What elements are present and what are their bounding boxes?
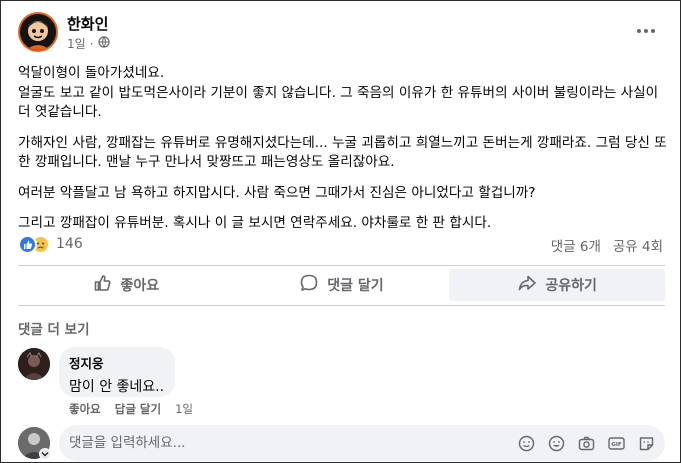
author-name[interactable]: 한화인 bbox=[67, 13, 108, 34]
thumbs-up-icon bbox=[93, 273, 113, 297]
sticker-icon[interactable] bbox=[517, 434, 535, 452]
comment-actions: 좋아요 답글 달기 1일 bbox=[69, 401, 193, 417]
like-reaction-icon bbox=[18, 234, 37, 254]
comment-time[interactable]: 1일 bbox=[175, 401, 193, 417]
commenter-avatar[interactable] bbox=[18, 348, 50, 380]
divider bbox=[18, 265, 665, 266]
reaction-count: 146 bbox=[56, 236, 83, 252]
post-paragraph: 여러분 악플달고 남 욕하고 하지맙시다. 사람 죽으면 그때가서 진심은 아니… bbox=[18, 184, 536, 201]
author-avatar[interactable] bbox=[18, 12, 58, 52]
dot-separator: · bbox=[89, 36, 94, 51]
comment-composer: GIF bbox=[59, 425, 665, 461]
share-count[interactable]: 공유 4회 bbox=[613, 235, 663, 255]
share-label: 공유하기 bbox=[545, 278, 597, 294]
post-line: 억달이형이 돌아가셨네요. bbox=[18, 65, 165, 81]
post-card: 한화인 1일 · 억달이형이 돌아가셨네요. 얼굴도 보고 같이 밥도먹은사이라… bbox=[0, 0, 681, 463]
share-button[interactable]: 공유하기 bbox=[449, 269, 666, 301]
globe-icon[interactable] bbox=[97, 36, 110, 51]
post-meta: 1일 · bbox=[67, 35, 110, 52]
chevron-down-icon[interactable] bbox=[39, 448, 51, 460]
like-button[interactable]: 좋아요 bbox=[18, 269, 234, 301]
comment-count[interactable]: 댓글 6개 bbox=[551, 235, 601, 255]
comment-reply-link[interactable]: 답글 달기 bbox=[115, 401, 161, 417]
comment-text: 맘이 안 좋네요.. bbox=[69, 379, 165, 395]
post-paragraph: 그리고 깡패잡이 유튜버분. 혹시나 이 글 보시면 연락주세요. 야차룰로 한… bbox=[18, 215, 492, 231]
avatar-sticker-icon[interactable] bbox=[637, 434, 655, 452]
comment-bubble: 정지웅 맘이 안 좋네요.. bbox=[59, 347, 175, 397]
post-paragraph: 억달이형이 돌아가셨네요. 얼굴도 보고 같이 밥도먹은사이라 기분이 좋지 않… bbox=[18, 64, 668, 123]
emoji-icon[interactable] bbox=[547, 434, 565, 452]
divider bbox=[18, 305, 665, 306]
post-paragraph: 가해자인 사람, 깡패잡는 유튜버로 유명해지셨다는데... 누굴 괴롭히고 희… bbox=[18, 134, 667, 171]
comment-label: 댓글 달기 bbox=[327, 278, 384, 294]
action-bar: 좋아요 댓글 달기 공유하기 bbox=[18, 269, 666, 301]
comment-bubble-icon bbox=[299, 273, 319, 297]
svg-text:GIF: GIF bbox=[611, 442, 622, 448]
post-line: 얼굴도 보고 같이 밥도먹은사이라 기분이 좋지 않습니다. 그 죽음의 이유가… bbox=[18, 84, 659, 121]
gif-icon[interactable]: GIF bbox=[607, 434, 625, 452]
commenter-name[interactable]: 정지웅 bbox=[69, 353, 165, 372]
camera-icon[interactable] bbox=[577, 434, 595, 452]
like-label: 좋아요 bbox=[120, 278, 160, 294]
comment-button[interactable]: 댓글 달기 bbox=[234, 269, 450, 301]
post-time[interactable]: 1일 bbox=[67, 35, 86, 52]
reactions-summary[interactable]: 146 bbox=[18, 233, 83, 255]
share-arrow-icon bbox=[517, 273, 537, 297]
more-dots-icon[interactable] bbox=[631, 21, 661, 41]
post-body: 억달이형이 돌아가셨네요. 얼굴도 보고 같이 밥도먹은사이라 기분이 좋지 않… bbox=[18, 64, 668, 245]
composer-tools: GIF bbox=[517, 434, 655, 452]
view-more-comments-link[interactable]: 댓글 더 보기 bbox=[18, 318, 90, 338]
comment-like-link[interactable]: 좋아요 bbox=[69, 401, 101, 417]
comment-input[interactable] bbox=[69, 435, 517, 451]
engagement-stats: 댓글 6개 공유 4회 bbox=[551, 235, 663, 255]
